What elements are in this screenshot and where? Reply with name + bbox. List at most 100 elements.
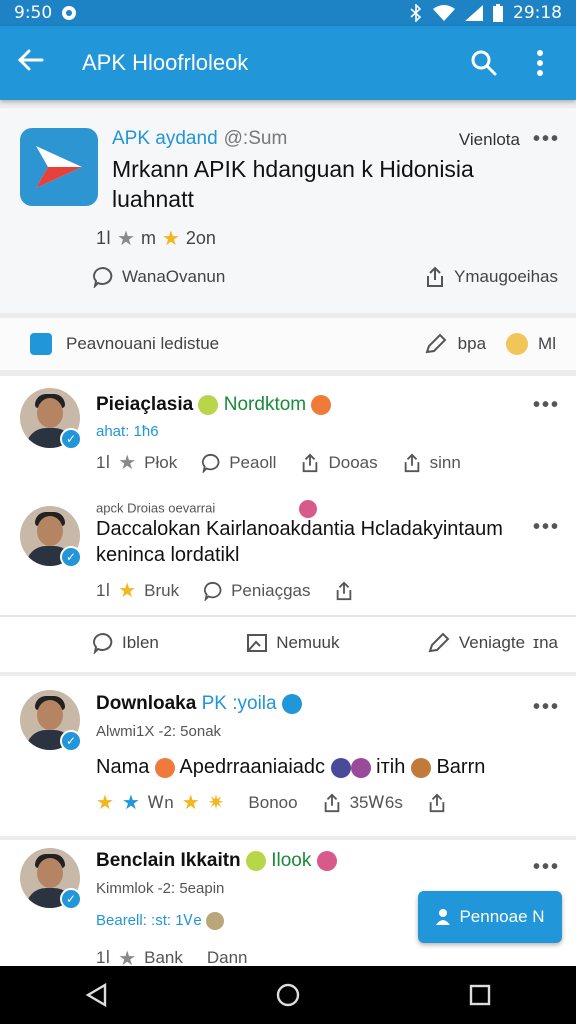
person-icon — [436, 909, 451, 925]
post-author-accent: Nordktom — [223, 394, 307, 415]
share-button[interactable] — [334, 578, 354, 603]
post-actions: 1ⅼ ★ Bruk Peniaçgas — [96, 578, 354, 603]
post-author: Pieiaçlasia Nordktom — [96, 394, 332, 416]
comment-icon — [93, 632, 113, 654]
post-author: Downloaka PK :yoila — [96, 693, 302, 715]
emoji-icon — [506, 333, 529, 355]
emoji-icon — [198, 394, 219, 415]
status-bar: 9:50 29:18 — [0, 0, 576, 26]
back-arrow-icon[interactable] — [16, 48, 60, 78]
message-button[interactable]: Nemuuk — [246, 632, 340, 654]
post-subtitle: Alwmi1X -2: 5onak — [96, 723, 222, 740]
featured-brand[interactable]: APK aydand — [112, 128, 218, 149]
share-label: sinn — [429, 452, 461, 472]
post-actions: ★ ★ Ꮃn ★ ✷ Bonoo 35Ꮃ6s — [96, 790, 447, 815]
repost-button[interactable]: 35Ꮃ6s — [322, 790, 403, 815]
reply-label: Peaoll — [229, 452, 277, 472]
verified-icon: ✓ — [60, 888, 82, 910]
emoji-icon — [154, 757, 175, 778]
repost-label: Dooas — [328, 452, 378, 472]
like-button[interactable]: 1ⅼ ★ Bruk — [96, 578, 179, 603]
promote-count[interactable]: Ml — [506, 333, 556, 355]
post-text: Daccalokan Kairlanoakdantia Hcladakyinta… — [96, 518, 503, 566]
post-actions: 1ⅼ ★ Płok Peaoll Dooas sinn — [96, 450, 461, 475]
post-author-handle: PK :yoila — [201, 693, 277, 714]
reply-button[interactable]: Peniaçgas — [203, 578, 310, 603]
more-options-icon[interactable]: ••• — [533, 696, 560, 719]
emoji-icon — [245, 850, 266, 871]
share-icon — [429, 793, 445, 812]
reply-label: Dann — [206, 950, 248, 966]
emoji-icon — [330, 757, 351, 778]
notification-icon — [62, 6, 77, 20]
reply-button[interactable]: Dann — [207, 950, 248, 966]
share-button[interactable]: sinn — [402, 450, 461, 475]
promote-edit[interactable]: bpa — [424, 333, 486, 355]
post-author: Benclain Ikkaitn Ilook — [96, 850, 337, 872]
featured-source: APK aydand @:Sum — [112, 128, 287, 150]
thumb-icon: 1ⅼ — [96, 580, 111, 600]
more-options-icon[interactable]: ••• — [533, 856, 560, 879]
promote-icon — [30, 333, 52, 355]
comment-icon — [204, 581, 222, 601]
like-label: Bruk — [144, 580, 180, 600]
bonus-label: Bonoo — [248, 792, 298, 812]
status-time-right: 29:18 — [513, 3, 562, 23]
comment-icon — [202, 453, 220, 473]
nav-home-icon[interactable] — [268, 975, 308, 1015]
comment-button[interactable]: WanaOvanun — [92, 266, 225, 288]
bluetooth-icon — [410, 4, 422, 22]
post-text-d: Barrn — [436, 756, 486, 778]
status-time-left: 9:50 — [14, 3, 53, 23]
post-subtitle: ahat: 1ħ6 — [96, 423, 159, 440]
like-button[interactable]: 1ⅼ ★ Płok — [96, 450, 177, 475]
react-label: Ꮃn — [147, 792, 174, 812]
promote-count-label: Ml — [538, 334, 556, 353]
battery-icon — [493, 4, 503, 22]
comment-label: WanaOvanun — [122, 267, 226, 286]
compose-button[interactable]: Pennoae N — [418, 891, 562, 943]
upload-icon — [324, 793, 339, 812]
bonus-button[interactable]: Bonoo — [248, 790, 297, 815]
footer-actions: Iblen Nemuuk Veniagte ɪna — [0, 632, 576, 654]
emoji-icon — [410, 757, 431, 778]
verified-icon: ✓ — [60, 546, 82, 568]
rating-suffix: 2on — [185, 228, 216, 248]
more-options-icon[interactable]: ••• — [533, 128, 560, 151]
share-icon — [337, 581, 352, 600]
post-author-name[interactable]: Pieiaçlasia — [96, 394, 193, 415]
comment-button[interactable]: Iblen — [92, 632, 159, 654]
repost-button[interactable]: Dooas — [300, 450, 378, 475]
star-icon: ★ — [161, 228, 180, 250]
nav-recents-icon[interactable] — [460, 975, 500, 1015]
like-label: Płok — [144, 452, 178, 472]
post-subtitle: Kimmlok -2: 5eapin — [96, 880, 225, 897]
edit-button[interactable]: Veniagte ɪna — [427, 632, 558, 654]
react-button[interactable]: ★ ★ Ꮃn ★ ✷ — [96, 790, 224, 815]
app-logo-icon — [20, 128, 98, 206]
post-author-name[interactable]: Benclain Ikkaitn — [96, 850, 241, 871]
like-button[interactable]: 1ⅼ ★ Bank — [96, 950, 183, 966]
overflow-menu-icon[interactable] — [520, 43, 560, 83]
share-button[interactable]: Ymaugoeihas — [424, 266, 558, 288]
share-icon — [404, 453, 419, 472]
system-nav-bar — [0, 966, 576, 1024]
reply-button[interactable]: Peaoll — [201, 450, 276, 475]
more-options-icon[interactable]: ••• — [533, 516, 560, 539]
rating-prefix: 1ⅼ — [96, 228, 112, 248]
more-options-icon[interactable]: ••• — [533, 394, 560, 417]
upload-icon — [303, 453, 318, 472]
like-label: Bank — [144, 950, 183, 966]
share-label: Ymaugoeihas — [454, 267, 558, 286]
wifi-icon — [433, 5, 455, 21]
post-author-name[interactable]: Downloaka — [96, 693, 196, 714]
edit-label: Veniagte — [458, 633, 526, 652]
search-icon[interactable] — [464, 43, 504, 83]
post-small-header-text: apck Droias oevarrai — [96, 500, 216, 516]
featured-title: Mrkann APIK hdanguan k Hidonisia luahnat… — [112, 156, 474, 212]
star-icon: ★ — [118, 452, 137, 474]
promote-label[interactable]: Peavnouani ledistue — [66, 334, 219, 354]
share-button[interactable] — [427, 790, 447, 815]
nav-back-icon[interactable] — [76, 975, 116, 1015]
compose-label: Pennoae N — [459, 907, 545, 926]
